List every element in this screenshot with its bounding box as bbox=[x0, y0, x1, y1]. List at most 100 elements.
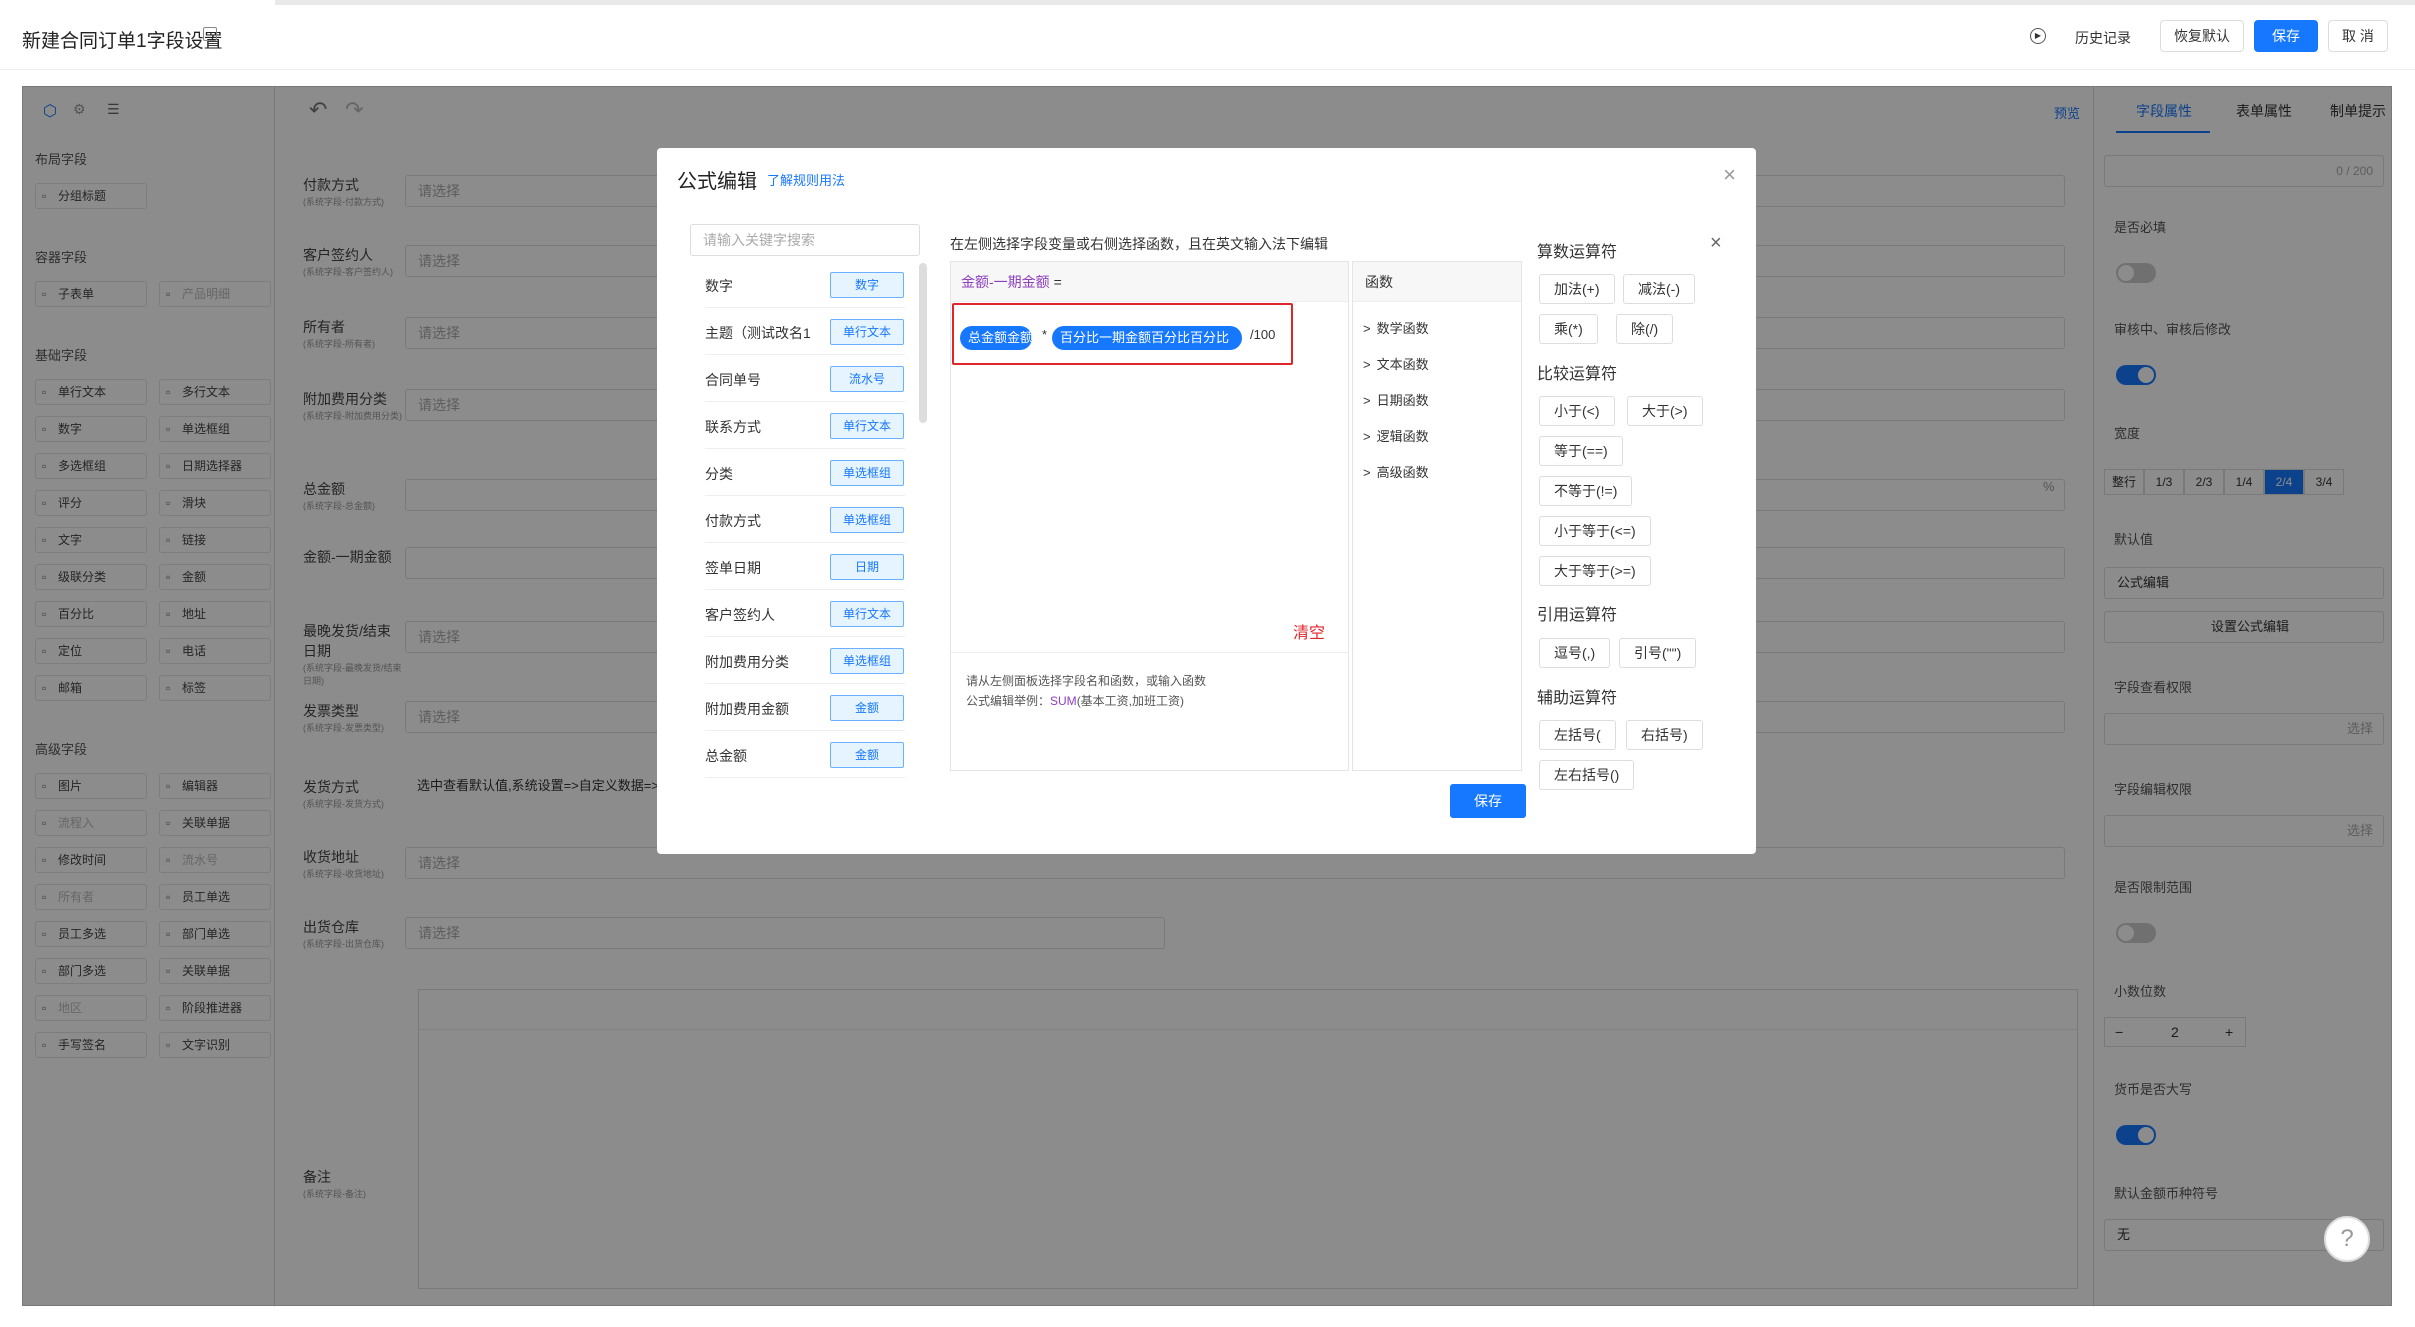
variable-name: 客户签约人 bbox=[705, 607, 775, 623]
variable-name: 附加费用金额 bbox=[705, 701, 789, 717]
variable-name: 主题（测试改名1 bbox=[705, 325, 811, 341]
variable-type-tag: 单行文本 bbox=[830, 413, 904, 439]
variable-type-tag: 流水号 bbox=[830, 366, 904, 392]
modal-save-button[interactable]: 保存 bbox=[1450, 784, 1526, 818]
layout-icon[interactable] bbox=[203, 27, 217, 41]
variable-item[interactable]: 数字 数字 bbox=[705, 262, 905, 308]
variable-item[interactable]: 付款方式 单选框组 bbox=[705, 497, 905, 543]
help-line-1: 请从左侧面板选择字段名和函数，或输入函数 bbox=[966, 674, 1207, 688]
operator-button[interactable]: 小于(<) bbox=[1539, 396, 1615, 426]
operator-button[interactable]: 除(/) bbox=[1616, 314, 1674, 344]
function-category-label: 数学函数 bbox=[1376, 321, 1429, 336]
progress-track bbox=[275, 0, 2415, 5]
variable-item[interactable]: 客户签约人 单行文本 bbox=[705, 591, 905, 637]
formula-target: 金额-一期金额 bbox=[961, 274, 1050, 290]
chevron-right-icon: > bbox=[1363, 357, 1371, 372]
function-category[interactable]: > 高级函数 bbox=[1363, 462, 1429, 481]
function-category[interactable]: > 文本函数 bbox=[1363, 354, 1429, 373]
operator-button[interactable]: 引号("") bbox=[1619, 638, 1697, 668]
chevron-right-icon: > bbox=[1363, 321, 1371, 336]
variable-name: 签单日期 bbox=[705, 560, 761, 576]
variable-item[interactable]: 签单日期 日期 bbox=[705, 544, 905, 590]
variable-name: 分类 bbox=[705, 466, 733, 482]
search-placeholder: 请输入关键字搜索 bbox=[703, 232, 815, 248]
operator-button[interactable]: 等于(==) bbox=[1539, 436, 1623, 466]
variable-type-tag: 单选框组 bbox=[830, 648, 904, 674]
variable-name: 总金额 bbox=[705, 748, 747, 764]
function-category-label: 高级函数 bbox=[1376, 465, 1429, 480]
variable-item[interactable]: 附加费用分类 单选框组 bbox=[705, 638, 905, 684]
variable-name: 附加费用分类 bbox=[705, 654, 789, 670]
variable-item[interactable]: 分类 单选框组 bbox=[705, 450, 905, 496]
function-category-label: 日期函数 bbox=[1376, 393, 1429, 408]
operator-button[interactable]: 右括号) bbox=[1626, 720, 1703, 750]
variable-type-tag: 单选框组 bbox=[830, 507, 904, 533]
page-title: 新建合同订单1字段设置 bbox=[22, 31, 223, 52]
operator-button[interactable]: 逗号(,) bbox=[1539, 638, 1611, 668]
operator-button[interactable]: 左右括号() bbox=[1539, 760, 1635, 790]
variable-item[interactable]: 合同单号 流水号 bbox=[705, 356, 905, 402]
clear-button[interactable]: 清空 bbox=[1293, 619, 1325, 643]
formula-operator-divide: /100 bbox=[1250, 327, 1276, 342]
operator-button[interactable]: 左括号( bbox=[1539, 720, 1616, 750]
operator-button[interactable]: 小于等于(<=) bbox=[1539, 516, 1651, 546]
variable-type-tag: 单行文本 bbox=[830, 319, 904, 345]
variable-name: 付款方式 bbox=[705, 513, 761, 529]
formula-editor[interactable]: 金额-一期金额 = 总金额金额 * 百分比一期金额百分比百分比 /100 清空 … bbox=[950, 261, 1349, 771]
variable-search-input[interactable]: 请输入关键字搜索 bbox=[690, 224, 920, 256]
restore-button[interactable]: 恢复默认 bbox=[2160, 20, 2244, 52]
formula-help: 请从左侧面板选择字段名和函数，或输入函数 公式编辑举例：SUM(基本工资,加班工… bbox=[951, 652, 1348, 711]
play-icon[interactable]: ▶ bbox=[2030, 28, 2046, 44]
operator-panel-close-icon[interactable]: × bbox=[1710, 232, 1722, 255]
chevron-right-icon: > bbox=[1363, 393, 1371, 408]
function-category[interactable]: > 日期函数 bbox=[1363, 390, 1429, 409]
top-bar: 新建合同订单1字段设置 ▶ 历史记录 恢复默认 保存 取 消 bbox=[0, 0, 2415, 70]
save-button[interactable]: 保存 bbox=[2254, 20, 2318, 52]
operator-button[interactable]: 不等于(!=) bbox=[1539, 476, 1633, 506]
formula-token-percentage[interactable]: 百分比一期金额百分比百分比 bbox=[1052, 326, 1242, 350]
formula-expression-box[interactable]: 总金额金额 * 百分比一期金额百分比百分比 /100 bbox=[952, 303, 1293, 365]
function-panel: 函数 > 数学函数 > 文本函数 > 日期函数 > 逻辑函数 > 高级函数 bbox=[1352, 261, 1522, 771]
arith-ops-title: 算数运算符 bbox=[1537, 244, 1618, 261]
variable-name: 数字 bbox=[705, 278, 733, 294]
variable-type-tag: 数字 bbox=[830, 272, 904, 298]
rules-link[interactable]: 了解规则用法 bbox=[767, 170, 845, 189]
function-category-label: 逻辑函数 bbox=[1376, 429, 1429, 444]
compare-ops-title: 比较运算符 bbox=[1537, 366, 1618, 383]
help-example-label: 公式编辑举例： bbox=[966, 694, 1051, 708]
operator-button[interactable]: 乘(*) bbox=[1539, 314, 1598, 344]
operator-button[interactable]: 加法(+) bbox=[1539, 274, 1615, 304]
history-link[interactable]: 历史记录 bbox=[2075, 28, 2131, 48]
function-category[interactable]: > 逻辑函数 bbox=[1363, 426, 1429, 445]
help-icon[interactable]: ? bbox=[2324, 1216, 2370, 1262]
variable-name: 联系方式 bbox=[705, 419, 761, 435]
chevron-right-icon: > bbox=[1363, 429, 1371, 444]
operator-button[interactable]: 大于等于(>=) bbox=[1539, 556, 1651, 586]
function-category-label: 文本函数 bbox=[1376, 357, 1429, 372]
editor-hint: 在左侧选择字段变量或右侧选择函数，且在英文输入法下编辑 bbox=[950, 236, 1328, 252]
close-icon[interactable]: × bbox=[1723, 162, 1736, 188]
operator-button[interactable]: 减法(-) bbox=[1623, 274, 1695, 304]
variable-type-tag: 单行文本 bbox=[830, 601, 904, 627]
variable-type-tag: 日期 bbox=[830, 554, 904, 580]
function-category[interactable]: > 数学函数 bbox=[1363, 318, 1429, 337]
variable-name: 合同单号 bbox=[705, 372, 761, 388]
operator-button[interactable]: 大于(>) bbox=[1627, 396, 1703, 426]
help-example-args: (基本工资,加班工资) bbox=[1076, 694, 1185, 708]
variable-type-tag: 金额 bbox=[830, 695, 904, 721]
help-example-fn: SUM bbox=[1050, 694, 1077, 708]
formula-editor-modal: 公式编辑 了解规则用法 × 请输入关键字搜索 数字 数字 主题（测试改名1 单行文本合… bbox=[657, 148, 1756, 854]
variable-item[interactable]: 总金额 金额 bbox=[705, 732, 905, 778]
formula-token-total-amount[interactable]: 总金额金额 bbox=[960, 326, 1032, 350]
variable-list-scrollbar[interactable] bbox=[919, 263, 927, 423]
variable-item[interactable]: 附加费用金额 金额 bbox=[705, 685, 905, 731]
function-panel-title: 函数 bbox=[1353, 262, 1521, 302]
aux-ops-title: 辅助运算符 bbox=[1537, 690, 1618, 707]
variable-item[interactable]: 主题（测试改名1 单行文本 bbox=[705, 309, 905, 355]
equals-sign: = bbox=[1053, 274, 1062, 290]
formula-target-header: 金额-一期金额 = bbox=[951, 262, 1348, 302]
variable-item[interactable]: 联系方式 单行文本 bbox=[705, 403, 905, 449]
chevron-right-icon: > bbox=[1363, 465, 1371, 480]
cancel-button[interactable]: 取 消 bbox=[2328, 20, 2388, 52]
variable-type-tag: 单选框组 bbox=[830, 460, 904, 486]
